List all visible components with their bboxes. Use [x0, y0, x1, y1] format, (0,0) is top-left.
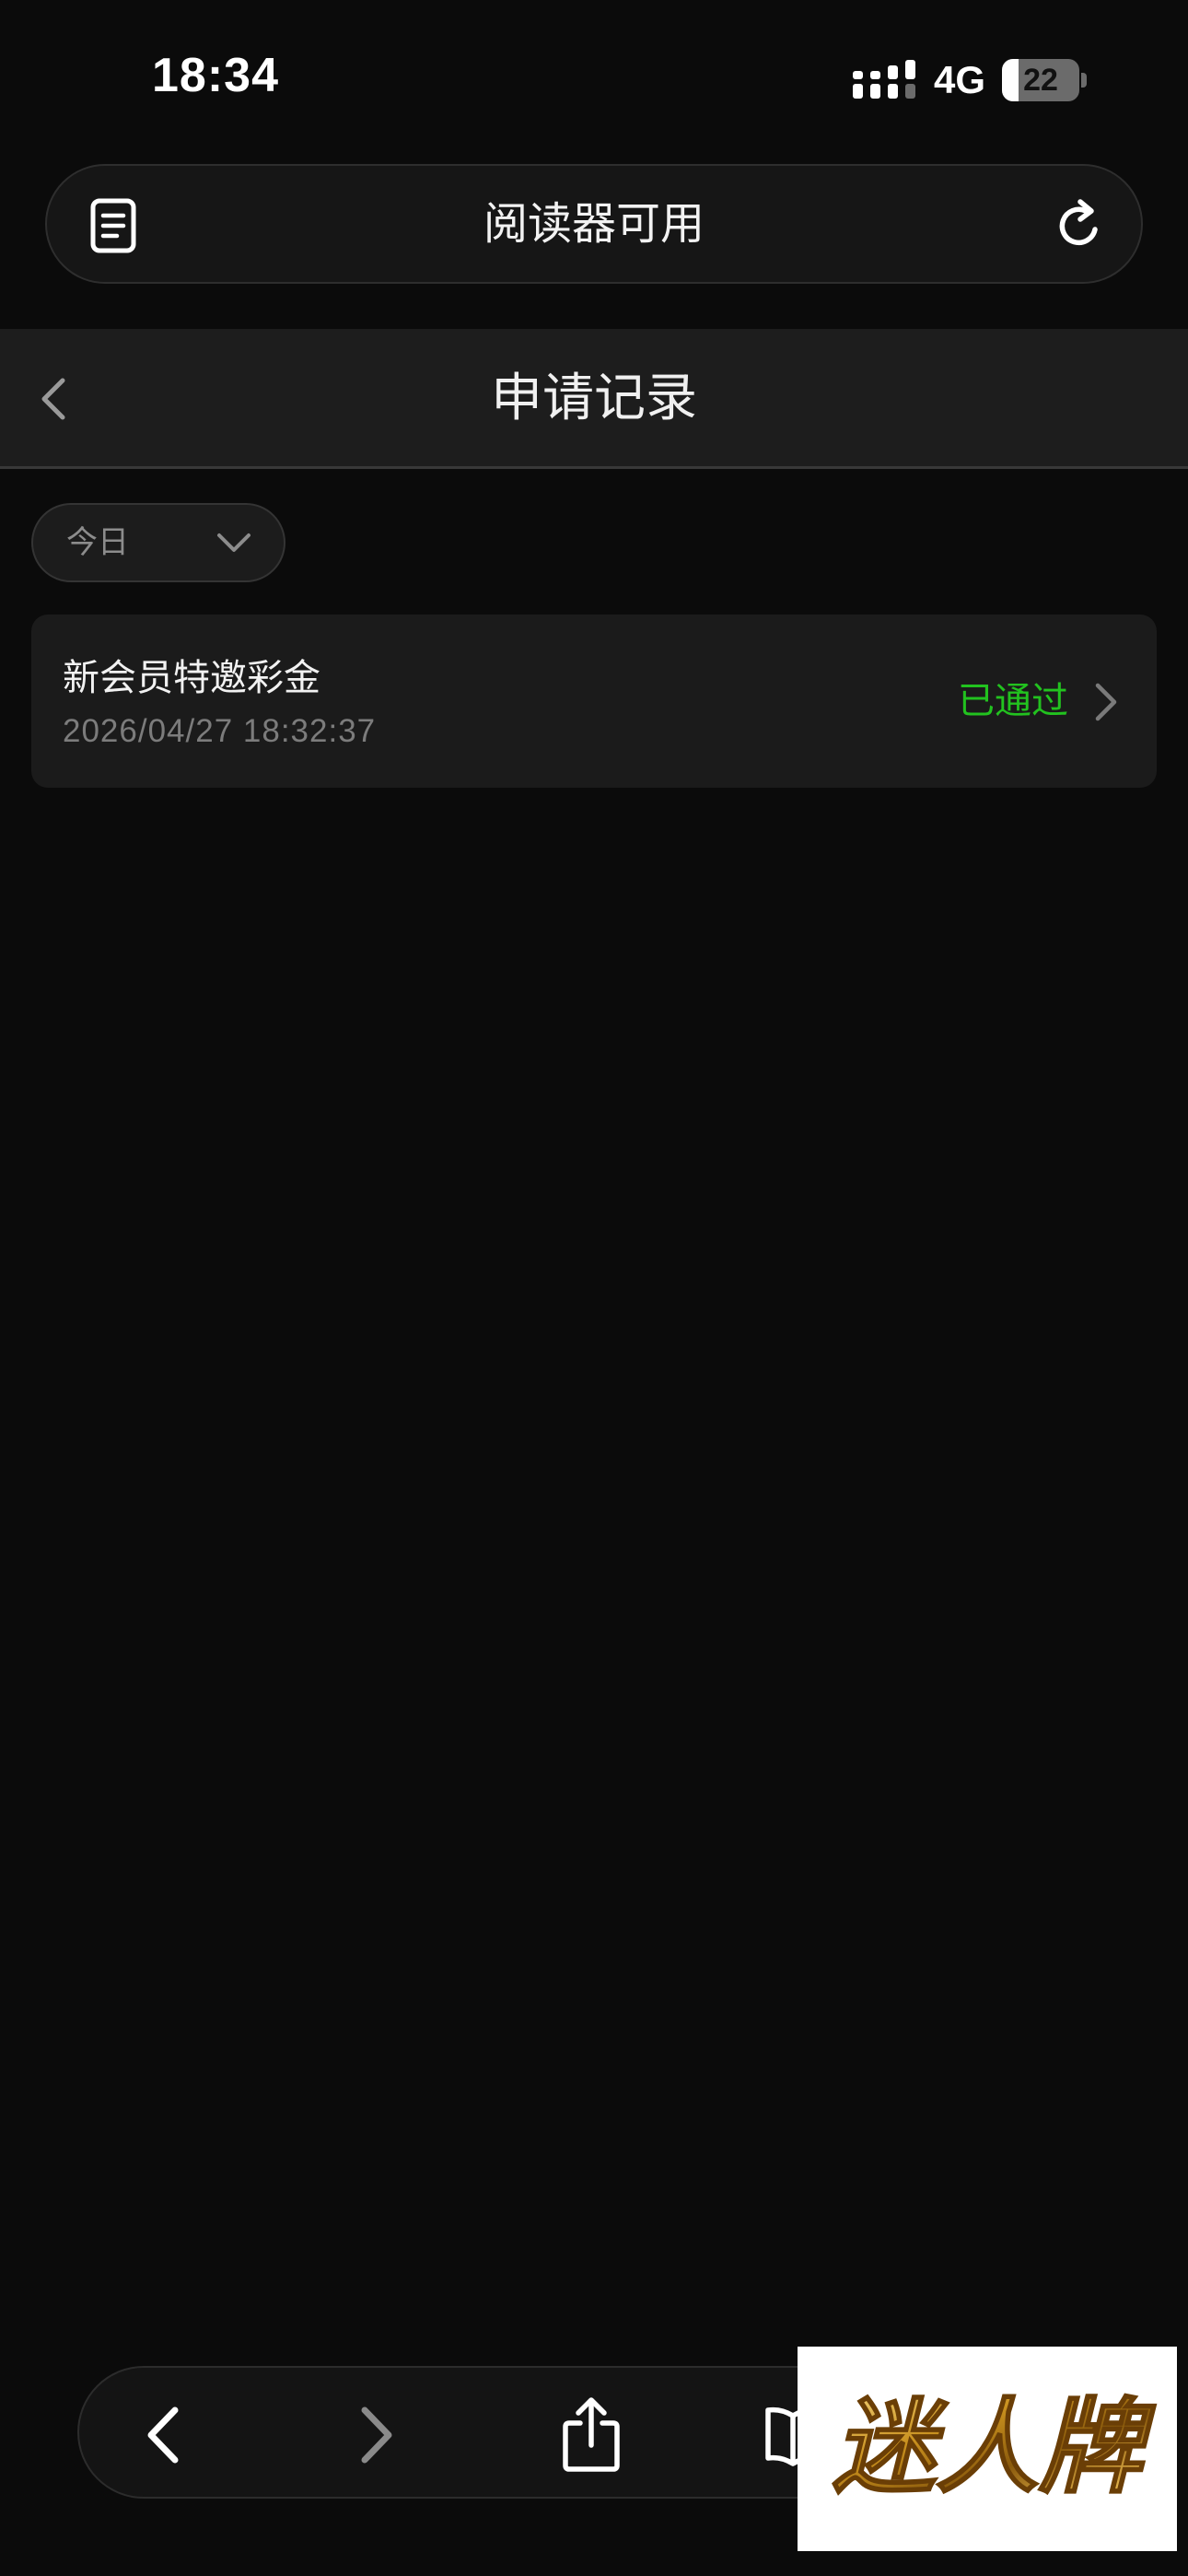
reload-icon[interactable]: [1053, 198, 1108, 253]
back-icon[interactable]: [142, 2403, 184, 2467]
date-filter-dropdown[interactable]: 今日: [31, 503, 285, 582]
signal-icon: [852, 60, 915, 99]
record-item[interactable]: 新会员特邀彩金 2026/04/27 18:32:37 已通过: [31, 615, 1157, 788]
battery-icon: 22: [1002, 59, 1087, 101]
record-status: 已通过: [958, 680, 1068, 722]
address-text[interactable]: 阅读器可用: [185, 166, 1003, 282]
record-title: 新会员特邀彩金: [63, 657, 320, 699]
record-time: 2026/04/27 18:32:37: [63, 713, 377, 749]
reader-icon[interactable]: [87, 198, 139, 253]
chevron-left-icon[interactable]: [31, 371, 76, 427]
battery-level: 22: [1023, 63, 1058, 98]
svg-text:迷人牌: 迷人牌: [833, 2388, 1157, 2508]
status-indicators: 4G 22: [852, 55, 1087, 105]
nav-header: 申请记录: [0, 329, 1188, 469]
watermark-logo: 迷人牌: [798, 2347, 1177, 2551]
chevron-down-icon: [217, 533, 250, 552]
page-title: 申请记录: [491, 369, 697, 428]
forward-icon[interactable]: [355, 2403, 398, 2467]
status-time: 18:34: [152, 49, 279, 102]
chevron-right-icon: [1095, 683, 1117, 721]
network-label: 4G: [933, 58, 985, 101]
share-icon[interactable]: [558, 2395, 624, 2473]
date-filter-label: 今日: [66, 524, 129, 561]
screen: 18:34 4G 22 阅读器可用 申请记录 今日 新会员特邀彩金 2026/0…: [0, 0, 1188, 2576]
address-bar[interactable]: 阅读器可用: [45, 164, 1143, 284]
